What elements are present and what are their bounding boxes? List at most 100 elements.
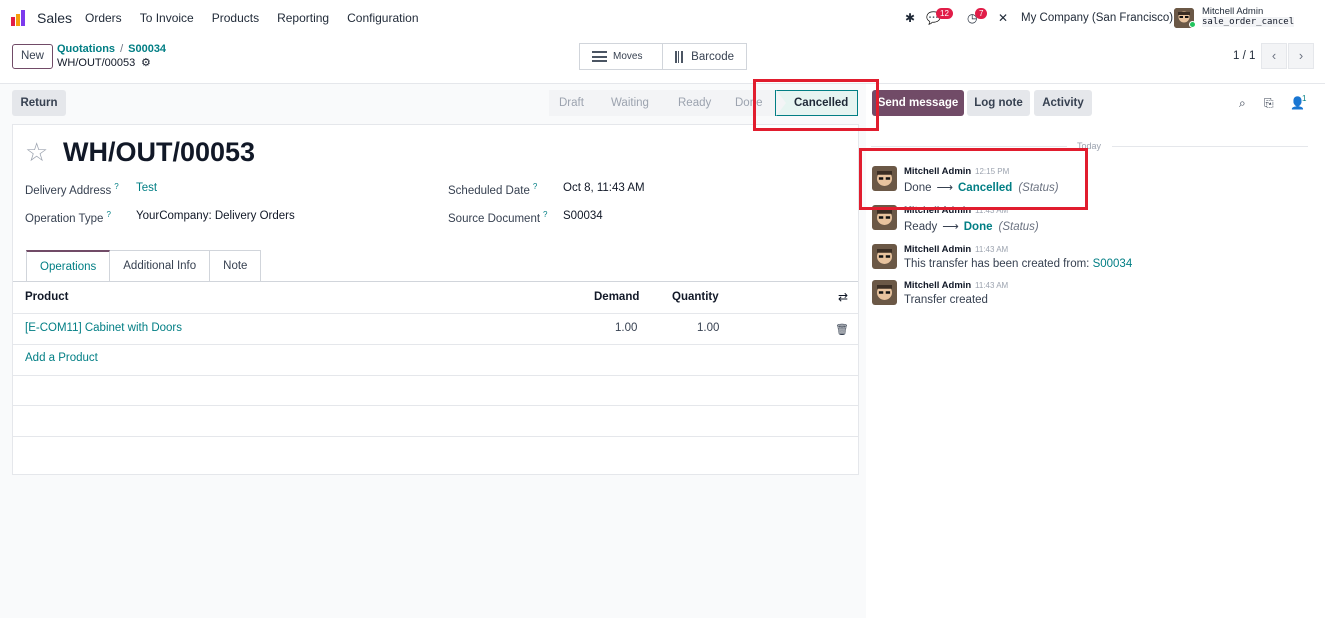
moves-label: Moves: [613, 51, 643, 62]
bug-icon[interactable]: ✱: [905, 11, 915, 25]
avatar[interactable]: [872, 280, 897, 305]
trash-icon[interactable]: 🗑: [835, 323, 849, 336]
sales-app-icon[interactable]: [10, 9, 28, 27]
record-name: WH/OUT/00053: [57, 57, 136, 69]
avatar-image: [872, 244, 897, 269]
status-step-waiting[interactable]: Waiting: [601, 90, 668, 116]
message-text: Transfer created: [904, 294, 988, 306]
moves-smart-button[interactable]: Moves: [579, 43, 663, 70]
status-step-draft[interactable]: Draft: [549, 90, 601, 116]
message-time: 11:43 AM: [975, 281, 1009, 290]
delivery-address-value[interactable]: Test: [136, 182, 157, 194]
barcode-label: Barcode: [691, 50, 734, 63]
user-name[interactable]: Mitchell Admin: [1202, 6, 1263, 17]
source-document-label: Source Document?: [448, 210, 548, 225]
followers-count: 1: [1302, 94, 1307, 103]
log-note-button[interactable]: Log note: [967, 90, 1030, 116]
tools-icon[interactable]: ✕: [998, 11, 1008, 25]
breadcrumb-quotations[interactable]: Quotations: [57, 43, 115, 55]
star-icon[interactable]: ☆: [25, 137, 48, 168]
column-header-product[interactable]: Product: [25, 291, 68, 303]
menu-item-reporting[interactable]: Reporting: [277, 11, 329, 25]
send-message-button[interactable]: Send message: [872, 90, 964, 116]
company-switcher[interactable]: My Company (San Francisco): [1021, 12, 1173, 24]
barcode-icon: [675, 50, 685, 63]
return-button[interactable]: Return: [12, 90, 66, 116]
breadcrumb: Quotations / S00034: [57, 43, 166, 55]
scheduled-date-value[interactable]: Oct 8, 11:43 AM: [563, 182, 645, 194]
old-value: Ready: [904, 221, 938, 233]
scheduled-date-label: Scheduled Date?: [448, 182, 538, 197]
smart-buttons: Moves Barcode: [579, 43, 747, 70]
operation-type-value[interactable]: YourCompany: Delivery Orders: [136, 210, 295, 222]
quantity-cell[interactable]: 1.00: [697, 322, 719, 334]
form-sheet: [12, 124, 859, 475]
delivery-address-label: Delivery Address?: [25, 182, 119, 197]
message-body: Ready ⟶ Done (Status): [904, 219, 1039, 233]
pager-value[interactable]: 1 / 1: [1233, 50, 1255, 62]
search-icon[interactable]: ⌕: [1239, 96, 1246, 111]
highlight-box-status: [753, 79, 879, 131]
tab-additional-info[interactable]: Additional Info: [110, 250, 211, 282]
message-body: This transfer has been created from: S00…: [904, 258, 1132, 270]
source-document-value[interactable]: S00034: [563, 210, 603, 222]
optional-columns-icon[interactable]: ⇄: [838, 290, 848, 304]
menu-item-products[interactable]: Products: [212, 11, 259, 25]
source-link[interactable]: S00034: [1093, 258, 1133, 270]
column-header-quantity[interactable]: Quantity: [672, 291, 719, 303]
status-step-ready[interactable]: Ready: [668, 90, 725, 116]
main-menu: Orders To Invoice Products Reporting Con…: [85, 11, 437, 25]
row-divider: [13, 436, 858, 437]
tab-note[interactable]: Note: [210, 250, 262, 282]
transfer-title: WH/OUT/00053: [63, 137, 256, 167]
date-separator-line: [871, 146, 1067, 147]
list-icon: [592, 51, 607, 62]
highlight-box-message: [859, 148, 1088, 210]
top-navbar: Sales Orders To Invoice Products Reporti…: [0, 0, 1325, 36]
tracked-field: (Status): [998, 221, 1039, 233]
database-name: sale_order_cancel: [1202, 17, 1295, 27]
online-status-dot: [1189, 21, 1196, 28]
message-body: Transfer created: [904, 294, 988, 306]
avatar[interactable]: [872, 244, 897, 269]
column-header-demand[interactable]: Demand: [594, 291, 639, 303]
breadcrumb-separator: /: [120, 43, 124, 55]
message-author[interactable]: Mitchell Admin: [904, 280, 971, 291]
tab-divider: [13, 281, 858, 282]
operation-type-label: Operation Type?: [25, 210, 111, 225]
app-name[interactable]: Sales: [37, 10, 72, 26]
message-time: 11:43 AM: [975, 245, 1009, 254]
row-divider: [13, 344, 858, 345]
messages-badge: 12: [936, 8, 953, 19]
avatar-image: [872, 280, 897, 305]
tab-operations[interactable]: Operations: [26, 250, 111, 282]
new-button[interactable]: New: [12, 44, 53, 69]
menu-item-to-invoice[interactable]: To Invoice: [140, 11, 194, 25]
menu-item-orders[interactable]: Orders: [85, 11, 122, 25]
barcode-smart-button[interactable]: Barcode: [663, 43, 747, 70]
help-mark[interactable]: ?: [106, 210, 110, 219]
breadcrumb-sale-order[interactable]: S00034: [128, 43, 166, 55]
menu-item-configuration[interactable]: Configuration: [347, 11, 418, 25]
help-mark[interactable]: ?: [533, 182, 537, 191]
message-text: This transfer has been created from:: [904, 258, 1090, 270]
notebook-tabs: Operations Additional Info Note: [26, 250, 262, 282]
table-header-divider: [13, 313, 858, 314]
activities-badge: 7: [975, 8, 988, 19]
date-separator-line: [1112, 146, 1308, 147]
gear-icon[interactable]: ⚙: [141, 56, 151, 69]
row-divider: [13, 375, 858, 376]
message-author[interactable]: Mitchell Admin: [904, 244, 971, 255]
pager-previous-icon[interactable]: ‹: [1261, 43, 1287, 69]
new-value: Done: [963, 221, 993, 233]
add-product-link[interactable]: Add a Product: [25, 352, 98, 364]
product-cell[interactable]: [E-COM11] Cabinet with Doors: [25, 322, 182, 334]
pager-next-icon[interactable]: ›: [1288, 43, 1314, 69]
help-mark[interactable]: ?: [543, 210, 547, 219]
arrow-right-icon: ⟶: [942, 221, 959, 233]
paperclip-icon[interactable]: ⎘: [1264, 96, 1274, 111]
row-divider: [13, 405, 858, 406]
help-mark[interactable]: ?: [114, 182, 118, 191]
demand-cell[interactable]: 1.00: [615, 322, 637, 334]
activity-button[interactable]: Activity: [1034, 90, 1092, 116]
